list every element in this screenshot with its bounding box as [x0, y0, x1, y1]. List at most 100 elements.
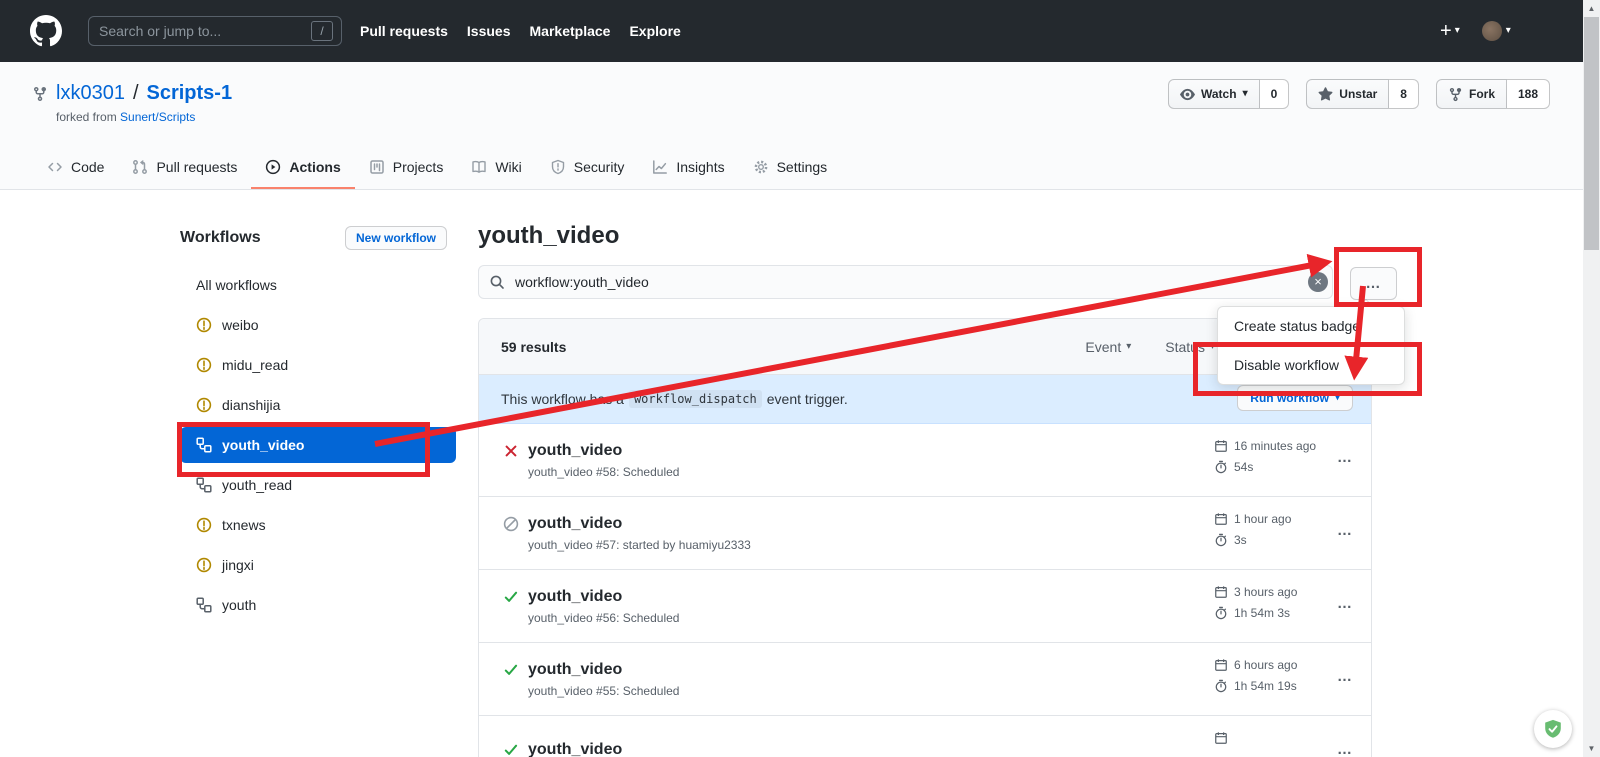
run-title-link[interactable]: youth_video — [528, 741, 622, 757]
run-time: 6 hours ago — [1234, 658, 1297, 672]
status-filter[interactable]: Status ▾ — [1165, 339, 1215, 355]
fork-count[interactable]: 188 — [1507, 79, 1550, 109]
banner-text: event trigger. — [767, 391, 848, 407]
forked-from: forked from Sunert/Scripts — [56, 110, 195, 124]
stopwatch-icon — [1214, 606, 1228, 620]
sidebar-item-jingxi[interactable]: jingxi — [180, 545, 447, 585]
page-scrollbar[interactable]: ▲ ▼ — [1583, 0, 1600, 757]
tab-settings[interactable]: Settings — [739, 147, 842, 189]
nav-marketplace[interactable]: Marketplace — [530, 23, 611, 39]
run-options-button[interactable]: … — [1331, 740, 1359, 757]
repo-owner-link[interactable]: lxk0301 — [56, 82, 125, 105]
run-options-button[interactable]: … — [1331, 667, 1359, 686]
workflows-sidebar: Workflows New workflow All workflows wei… — [180, 223, 447, 625]
workflows-heading: Workflows — [180, 229, 261, 247]
run-title-link[interactable]: youth_video — [528, 661, 622, 679]
tab-code[interactable]: Code — [33, 147, 118, 189]
star-icon — [1318, 87, 1333, 102]
scrollbar-thumb[interactable] — [1584, 17, 1599, 250]
slash-key-hint: / — [311, 21, 333, 41]
sidebar-item-dianshijia[interactable]: dianshijia — [180, 385, 447, 425]
tab-security[interactable]: Security — [536, 147, 639, 189]
run-title-link[interactable]: youth_video — [528, 588, 622, 606]
sidebar-item-youth-read[interactable]: youth_read — [180, 465, 447, 505]
fork-button[interactable]: Fork — [1436, 79, 1507, 109]
adguard-shield-badge[interactable] — [1534, 710, 1572, 748]
caret-down-icon: ▾ — [1455, 26, 1460, 36]
tab-wiki[interactable]: Wiki — [457, 147, 535, 189]
unstar-button[interactable]: Unstar — [1306, 79, 1389, 109]
sidebar-item-txnews[interactable]: txnews — [180, 505, 447, 545]
sidebar-item-youth-video[interactable]: youth_video — [180, 427, 456, 463]
run-time: 3 hours ago — [1234, 585, 1297, 599]
watch-button[interactable]: Watch ▾ — [1168, 79, 1260, 109]
run-duration: 54s — [1234, 460, 1253, 474]
calendar-icon — [1214, 512, 1228, 526]
forked-from-link[interactable]: Sunert/Scripts — [120, 110, 195, 124]
gear-icon — [753, 159, 769, 175]
menu-item-disable-workflow[interactable]: Disable workflow — [1218, 345, 1404, 384]
caret-down-icon: ▾ — [1506, 26, 1511, 36]
clear-filter-button[interactable]: × — [1308, 272, 1328, 292]
workflow-label: dianshijia — [222, 397, 280, 413]
page-title: youth_video — [478, 222, 619, 250]
global-search-input[interactable] — [97, 22, 311, 40]
sidebar-item-weibo[interactable]: weibo — [180, 305, 447, 345]
create-new-menu[interactable]: + ▾ — [1440, 21, 1460, 41]
watch-label: Watch — [1201, 87, 1237, 101]
run-duration: 1h 54m 3s — [1234, 606, 1290, 620]
warning-icon — [196, 557, 212, 573]
tab-actions[interactable]: Actions — [251, 147, 354, 189]
run-title-link[interactable]: youth_video — [528, 442, 622, 460]
eye-icon — [1180, 87, 1195, 102]
top-nav-links: Pull requests Issues Marketplace Explore — [360, 0, 681, 62]
tab-label: Insights — [676, 159, 724, 175]
fork-button-group: Fork 188 — [1436, 79, 1550, 109]
sidebar-item-all-workflows[interactable]: All workflows — [180, 265, 447, 305]
watch-count[interactable]: 0 — [1260, 79, 1290, 109]
nav-issues[interactable]: Issues — [467, 23, 511, 39]
run-workflow-label: Run workflow — [1250, 391, 1329, 405]
play-circle-icon — [265, 159, 281, 175]
run-row: youth_video youth_video #58: Scheduled 1… — [479, 424, 1371, 497]
watch-button-group: Watch ▾ 0 — [1168, 79, 1289, 109]
run-options-button[interactable]: … — [1331, 594, 1359, 613]
tab-pull-requests[interactable]: Pull requests — [118, 147, 251, 189]
runs-filter-input[interactable] — [513, 273, 1298, 291]
banner-code: workflow_dispatch — [629, 390, 762, 408]
scroll-down-arrow[interactable]: ▼ — [1583, 744, 1600, 753]
workflow-icon — [196, 597, 212, 613]
sidebar-item-youth[interactable]: youth — [180, 585, 447, 625]
run-meta: 6 hours ago 1h 54m 19s — [1214, 658, 1344, 700]
event-filter[interactable]: Event ▾ — [1085, 339, 1131, 355]
nav-explore[interactable]: Explore — [629, 23, 680, 39]
repo-name-link[interactable]: Scripts-1 — [147, 82, 233, 105]
tab-label: Settings — [777, 159, 828, 175]
github-logo-icon[interactable] — [30, 15, 62, 47]
run-options-button[interactable]: … — [1331, 521, 1359, 540]
global-search[interactable]: / — [88, 16, 342, 46]
book-icon — [471, 159, 487, 175]
repo-title: lxk0301 / Scripts-1 — [32, 82, 232, 105]
user-menu[interactable]: ▾ — [1482, 21, 1511, 41]
top-nav-right: + ▾ ▾ — [1440, 0, 1511, 62]
run-title-link[interactable]: youth_video — [528, 515, 622, 533]
run-meta — [1214, 731, 1344, 752]
workflow-label: youth_read — [222, 477, 292, 493]
caret-down-icon: ▾ — [1335, 393, 1340, 403]
git-pull-request-icon — [132, 159, 148, 175]
sidebar-item-midu-read[interactable]: midu_read — [180, 345, 447, 385]
warning-icon — [196, 397, 212, 413]
tab-insights[interactable]: Insights — [638, 147, 738, 189]
menu-item-create-status-badge[interactable]: Create status badge — [1218, 307, 1404, 345]
new-workflow-button[interactable]: New workflow — [345, 226, 447, 250]
star-count[interactable]: 8 — [1389, 79, 1419, 109]
results-count: 59 results — [501, 339, 1085, 355]
run-workflow-button[interactable]: Run workflow ▾ — [1237, 385, 1353, 411]
run-options-button[interactable]: … — [1331, 448, 1359, 467]
tab-projects[interactable]: Projects — [355, 147, 458, 189]
warning-icon — [196, 357, 212, 373]
nav-pull-requests[interactable]: Pull requests — [360, 23, 448, 39]
workflow-label: midu_read — [222, 357, 288, 373]
scroll-up-arrow[interactable]: ▲ — [1583, 4, 1600, 13]
